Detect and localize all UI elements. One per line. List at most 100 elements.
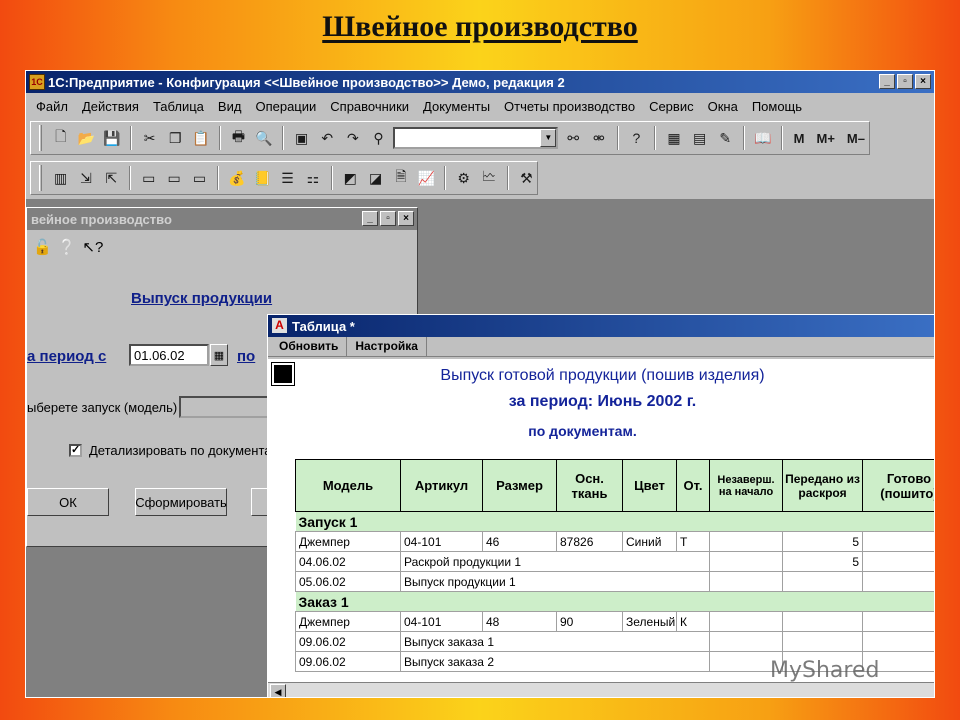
dialog-heading[interactable]: Выпуск продукции [131,290,272,307]
column-header[interactable]: Незаверш. на начало [709,459,783,512]
calendar-icon[interactable]: ▦ [210,344,228,366]
table-cell[interactable]: Выпуск заказа 1 [400,631,710,652]
properties-icon[interactable]: ▣ [291,127,313,149]
cut-icon[interactable]: ✂ [139,127,161,149]
column-header[interactable]: Модель [295,459,401,512]
column-header[interactable]: Артикул [400,459,483,512]
table-cell[interactable]: К [676,611,710,632]
context-help-icon[interactable]: ↖? [82,238,103,256]
open-icon[interactable]: 📂 [76,127,98,149]
report-icon[interactable]: 🗠 [478,167,499,189]
dialog-close-button[interactable]: × [398,211,414,226]
column-header[interactable]: Цвет [622,459,677,512]
help-icon[interactable]: ? [626,127,648,149]
search-combo[interactable]: ▼ [393,127,559,149]
list-icon[interactable]: ☰ [277,167,298,189]
column-header[interactable]: Передано из раскроя [782,459,863,512]
tree-icon[interactable]: ⚏ [302,167,323,189]
table-cell[interactable]: 48 [482,611,557,632]
table-cell[interactable]: Раскрой продукции 1 [400,551,710,572]
table-cell[interactable] [709,631,783,652]
settings-button[interactable]: Настройка [347,337,427,356]
chart-icon[interactable]: 📈 [416,167,437,189]
table-cell[interactable] [782,571,863,592]
catalog-icon[interactable]: ▥ [50,167,71,189]
process-icon[interactable]: ⚙ [453,167,474,189]
calculator-icon[interactable]: ▦ [663,127,685,149]
export-icon[interactable]: ⇱ [101,167,122,189]
notes-icon[interactable]: ✎ [714,127,736,149]
save-icon[interactable]: 💾 [101,127,123,149]
table-cell[interactable]: 04.06.02 [295,551,401,572]
restore-button[interactable]: ▫ [897,74,913,89]
replace-all-icon[interactable]: ⚮ [588,127,610,149]
table-cell[interactable]: Т [676,531,710,552]
table-cell[interactable] [782,611,863,632]
table-cell[interactable]: 09.06.02 [295,631,401,652]
dialog-minimize-button[interactable]: _ [362,211,378,226]
detail-checkbox[interactable]: ✓ [69,444,82,457]
column-header[interactable]: От. [676,459,710,512]
table-cell[interactable]: 87826 [556,531,623,552]
ok-button[interactable]: ОК [27,488,109,516]
table-cell[interactable]: 90 [556,611,623,632]
spreadsheet[interactable]: Выпуск готовой продукции (пошив изделия)… [268,359,934,682]
table-cell[interactable]: Зеленый [622,611,677,632]
table-cell[interactable]: Синий [622,531,677,552]
document-icon[interactable]: 🗎 [390,167,411,189]
form-button[interactable]: Сформировать [135,488,227,516]
bill-icon[interactable]: ▭ [163,167,184,189]
table-cell[interactable]: 4 [862,531,934,552]
menu-references[interactable]: Справочники [328,99,411,114]
table-cell[interactable]: Выпуск продукции 1 [400,571,710,592]
menu-table[interactable]: Таблица [151,99,206,114]
table-row[interactable]: 04.06.02 Раскрой продукции 1 5 [295,551,934,572]
table-cell[interactable] [709,571,783,592]
group-row[interactable]: Запуск 1 [295,511,934,532]
table-cell[interactable]: 05.06.02 [295,571,401,592]
table-cell[interactable]: 09.06.02 [295,651,401,672]
period-label[interactable]: а период с [27,348,106,365]
menu-reports[interactable]: Отчеты производство [502,99,637,114]
table-cell[interactable] [782,631,863,652]
table-cell[interactable]: 04-101 [400,531,483,552]
invoice-icon[interactable]: ▭ [138,167,159,189]
material-icon[interactable]: ◪ [365,167,386,189]
table-cell[interactable]: 2 [862,631,934,652]
settings-icon[interactable]: ⚒ [516,167,537,189]
to-label[interactable]: по [237,348,255,365]
group-row[interactable]: Заказ 1 [295,591,934,612]
chevron-down-icon[interactable]: ▼ [540,129,557,147]
menu-view[interactable]: Вид [216,99,244,114]
table-cell[interactable] [862,551,934,572]
column-header[interactable]: Осн. ткань [556,459,623,512]
scroll-left-icon[interactable]: ◀ [270,684,286,697]
menu-operations[interactable]: Операции [253,99,318,114]
dialog-restore-button[interactable]: ▫ [380,211,396,226]
table-row[interactable]: 05.06.02Выпуск продукции 1 4 [295,571,934,592]
money-bag-icon[interactable]: 💰 [226,167,247,189]
replace-icon[interactable]: ⚯ [562,127,584,149]
table-cell[interactable]: 4 [862,571,934,592]
undo-icon[interactable]: ↶ [316,127,338,149]
table-cell[interactable] [709,531,783,552]
table-cell[interactable] [709,551,783,572]
import-icon[interactable]: ⇲ [75,167,96,189]
table-cell[interactable]: 46 [482,531,557,552]
close-button[interactable]: × [915,74,931,89]
book-icon[interactable]: 📖 [752,127,774,149]
menu-file[interactable]: Файл [34,99,70,114]
lock-icon[interactable]: 🔓 [33,238,52,256]
table-cell[interactable]: 5 [782,531,863,552]
paste-icon[interactable]: 📋 [190,127,212,149]
memory-button[interactable]: М [790,127,809,149]
column-header[interactable]: Размер [482,459,557,512]
table-cell[interactable]: Выпуск заказа 2 [400,651,710,672]
table-cell[interactable]: Джемпер [295,611,401,632]
calendar-icon[interactable]: ▤ [689,127,711,149]
horizontal-scrollbar[interactable]: ◀ [268,682,934,697]
help-icon[interactable]: ❔ [58,238,77,256]
table-row[interactable]: 09.06.02Выпуск заказа 1 2 [295,631,934,652]
find-icon[interactable]: ⚲ [368,127,390,149]
date-from-input[interactable]: 01.06.02 [129,344,209,366]
